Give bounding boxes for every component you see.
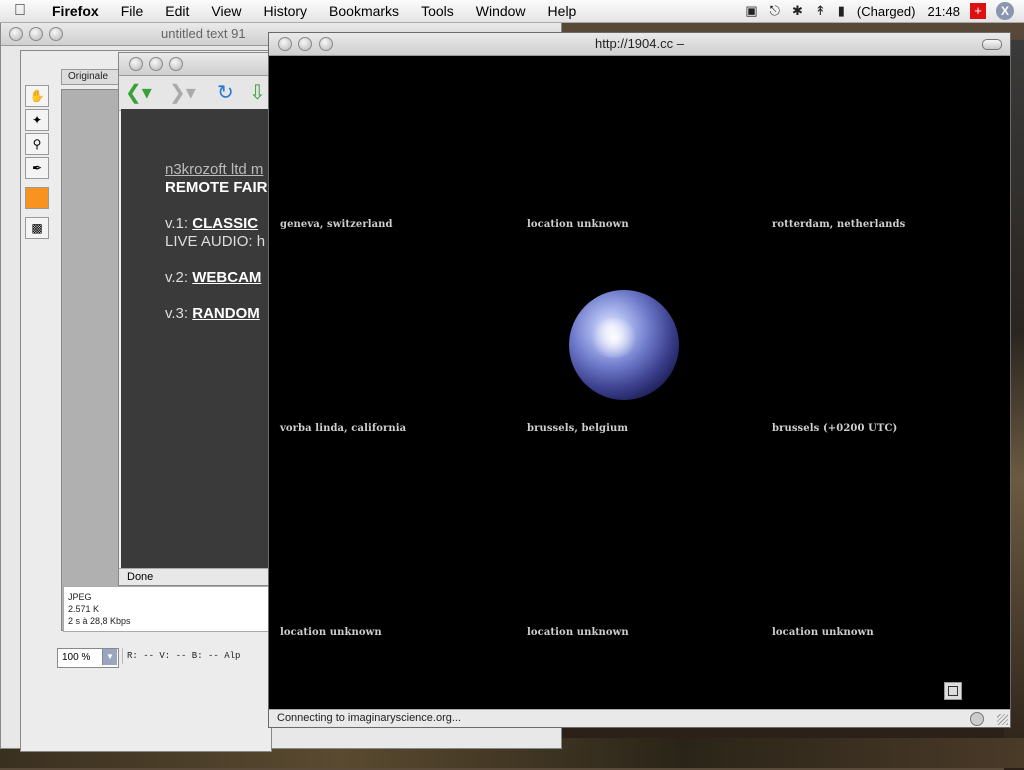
hand-tool-icon[interactable]: ✋ <box>25 85 49 107</box>
color-swatch[interactable] <box>25 187 49 209</box>
resize-grip-icon[interactable] <box>997 714 1008 725</box>
zoom-button[interactable] <box>169 57 183 71</box>
image-canvas <box>61 89 123 631</box>
apple-icon[interactable]:  <box>14 2 36 20</box>
earth-globe-image <box>569 290 679 400</box>
random-link[interactable]: RANDOM <box>192 305 260 322</box>
tool-palette: ✋ ✦ ⚲ ✒ ▩ <box>25 85 49 241</box>
toolbar-toggle-button[interactable] <box>982 39 1002 50</box>
reload-icon[interactable]: ↻ <box>217 82 234 104</box>
bluetooth-icon[interactable]: ✱ <box>792 3 803 19</box>
v1-prefix: v.1: <box>165 215 189 232</box>
version-1-row: v.1: CLASSIC <box>165 215 258 232</box>
version-3-row: v.3: RANDOM <box>165 305 260 322</box>
menu-file[interactable]: File <box>115 3 150 19</box>
version-2-row: v.2: WEBCAM <box>165 269 261 286</box>
menu-app-firefox[interactable]: Firefox <box>46 3 105 19</box>
location-label: location unknown <box>772 627 874 638</box>
close-button[interactable] <box>129 57 143 71</box>
firefox-window: ❮▾ ❯▾ ↻ ⇩ n3krozoft ltd m REMOTE FAIR v.… <box>118 52 290 586</box>
menu-window[interactable]: Window <box>470 3 532 19</box>
battery-status[interactable]: (Charged) <box>857 4 916 19</box>
site-header-link[interactable]: n3krozoft ltd m <box>165 161 263 178</box>
live-audio-text: LIVE AUDIO: h <box>165 233 266 250</box>
firefox-status-bar: Done <box>119 568 289 585</box>
minimize-button[interactable] <box>29 27 43 41</box>
location-label: vorba linda, california <box>280 423 407 434</box>
x-icon[interactable]: X <box>996 2 1014 20</box>
site-heading: REMOTE FAIR <box>165 179 268 196</box>
zoom-button[interactable] <box>49 27 63 41</box>
menu-bookmarks[interactable]: Bookmarks <box>323 3 405 19</box>
main-window-title: http://1904.cc – <box>595 36 684 51</box>
location-label: geneva, switzerland <box>280 219 393 230</box>
info-size: 2.571 K <box>68 604 100 614</box>
v2-prefix: v.2: <box>165 269 189 286</box>
info-format: JPEG <box>68 592 92 602</box>
fullscreen-icon[interactable] <box>944 682 962 700</box>
v3-prefix: v.3: <box>165 305 189 322</box>
headphones-icon[interactable]: ⎋ <box>770 3 780 19</box>
location-label: brussels, belgium <box>527 423 629 434</box>
info-speed: 2 s à 28,8 Kbps <box>68 616 131 626</box>
loading-indicator-icon <box>970 712 984 726</box>
location-label: location unknown <box>527 627 629 638</box>
input-menu-flag-icon[interactable]: + <box>970 3 986 19</box>
chevron-down-icon[interactable]: ▼ <box>102 649 117 665</box>
location-label: location unknown <box>280 627 382 638</box>
main-browser-window: http://1904.cc – geneva, switzerland loc… <box>268 32 1011 728</box>
eyedropper-tool-icon[interactable]: ✒ <box>25 157 49 179</box>
location-label: rotterdam, netherlands <box>772 219 906 230</box>
back-arrow-icon[interactable]: ❮▾ <box>125 82 152 104</box>
location-label: brussels (+0200 UTC) <box>772 423 898 434</box>
magnifier-tool-icon[interactable]: ⚲ <box>25 133 49 155</box>
select-tool-icon[interactable]: ✦ <box>25 109 49 131</box>
forward-arrow-icon[interactable]: ❯▾ <box>169 82 196 104</box>
navigation-toolbar: ❮▾ ❯▾ ↻ ⇩ <box>119 76 289 111</box>
firefox-titlebar[interactable] <box>119 53 289 76</box>
airport-icon[interactable]: ↟ <box>815 3 826 19</box>
close-button[interactable] <box>9 27 23 41</box>
webcam-link[interactable]: WEBCAM <box>192 269 261 286</box>
main-status-bar: Connecting to imaginaryscience.org... <box>269 709 1010 727</box>
minimize-button[interactable] <box>149 57 163 71</box>
battery-icon[interactable]: ▮ <box>838 3 845 19</box>
menu-extras: ▣ ⎋ ✱ ↟ ▮ (Charged) 21:48 + X <box>739 0 1024 22</box>
preview-mode-icon[interactable]: ▩ <box>25 217 49 239</box>
firefox-page-content: n3krozoft ltd m REMOTE FAIR v.1: CLASSIC… <box>121 109 289 569</box>
menu-bar:  Firefox File Edit View History Bookmar… <box>0 0 1024 23</box>
download-icon[interactable]: ⇩ <box>249 82 266 104</box>
location-label: location unknown <box>527 219 629 230</box>
main-window-titlebar[interactable]: http://1904.cc – <box>269 33 1010 56</box>
menu-help[interactable]: Help <box>542 3 583 19</box>
webcam-grid: geneva, switzerland location unknown rot… <box>269 56 1010 710</box>
menu-clock[interactable]: 21:48 <box>927 4 960 19</box>
display-icon[interactable]: ▣ <box>745 3 757 19</box>
status-text: Connecting to imaginaryscience.org... <box>277 712 462 724</box>
menu-view[interactable]: View <box>205 3 247 19</box>
menu-tools[interactable]: Tools <box>415 3 460 19</box>
menu-history[interactable]: History <box>257 3 313 19</box>
classic-link[interactable]: CLASSIC <box>192 215 258 232</box>
image-info-box: JPEG 2.571 K 2 s à 28,8 Kbps <box>63 586 273 632</box>
menu-edit[interactable]: Edit <box>159 3 195 19</box>
